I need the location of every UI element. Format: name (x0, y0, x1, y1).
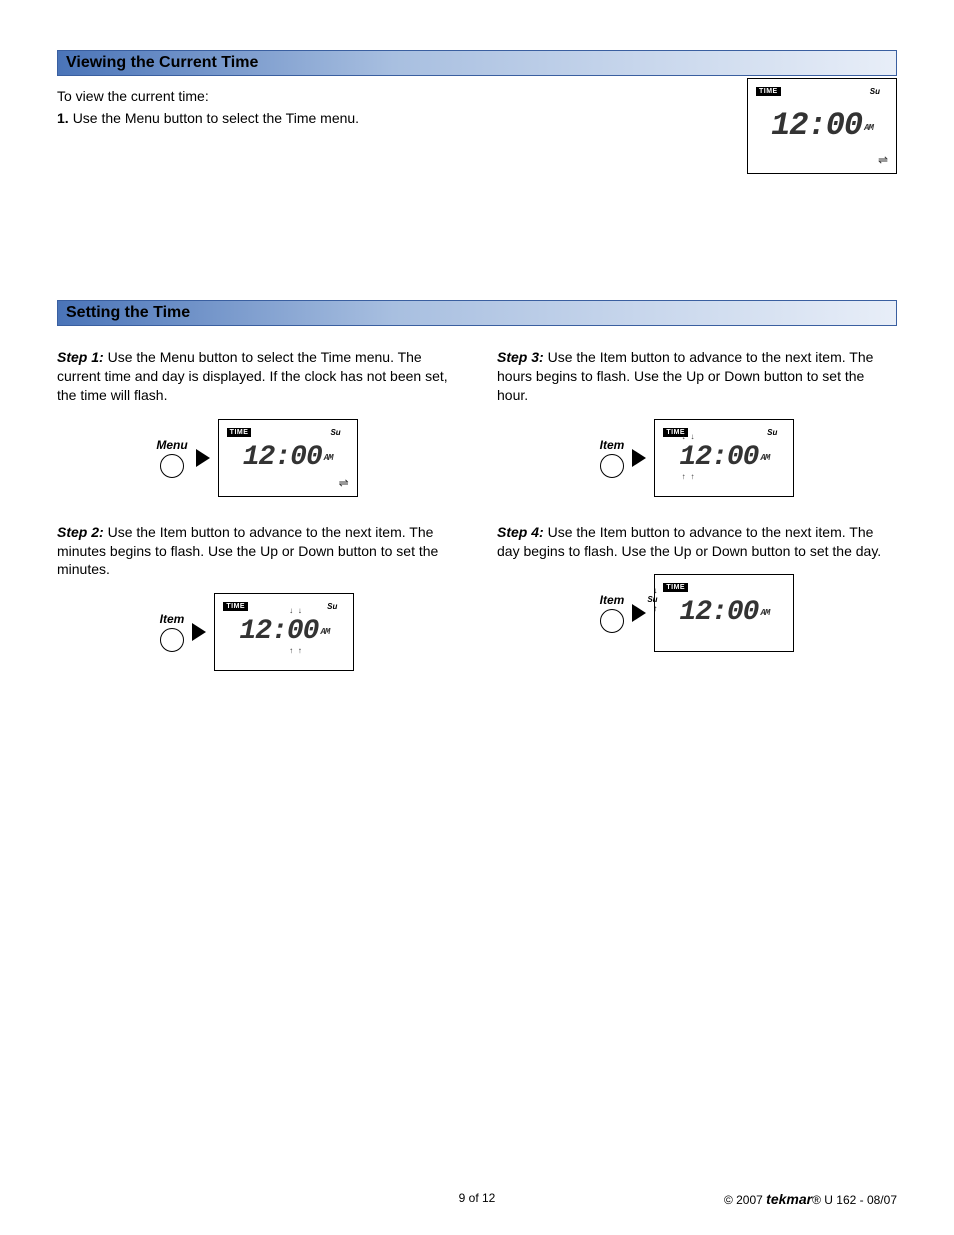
time-badge: TIME (663, 583, 688, 592)
step-3: Step 3: Use the Item button to advance t… (497, 348, 897, 405)
item-button-label: Item (600, 438, 625, 452)
step-4: Step 4: Use the Item button to advance t… (497, 523, 897, 561)
arrow-icon (192, 623, 206, 641)
lcd-digits: 12:00AM (655, 597, 793, 628)
brand-logo: tekmar (766, 1191, 812, 1207)
lcd-day: Su (330, 428, 340, 437)
lcd-day: Su (767, 428, 777, 437)
section-heading-setting: Setting the Time (57, 300, 897, 326)
time-badge: TIME (223, 602, 248, 611)
page-footer: 9 of 12 © 2007 tekmar® U 162 - 08/07 (57, 1191, 897, 1205)
step-2: Step 2: Use the Item button to advance t… (57, 523, 457, 580)
lcd-display: TIME Su 12:00AM (654, 419, 794, 497)
hours-flash: 12 (679, 442, 711, 473)
menu-button-icon (160, 454, 184, 478)
menu-button-label: Menu (156, 438, 187, 452)
figure-step-2: Item TIME Su 12:00AM (57, 593, 457, 671)
item-button-label: Item (160, 612, 185, 626)
minutes-flash: 00 (287, 616, 319, 647)
figure-step-4: Item TIME Su 12:00AM (497, 574, 897, 652)
arrow-icon (632, 604, 646, 622)
item-button-label: Item (600, 593, 625, 607)
arrow-icon (196, 449, 210, 467)
lcd-digits: 12:00AM (219, 442, 357, 473)
arrow-icon (632, 449, 646, 467)
lcd-display: TIME Su 12:00AM (654, 574, 794, 652)
item-button-icon (600, 454, 624, 478)
figure-step-3: Item TIME Su 12:00AM (497, 419, 897, 497)
item-button-icon (600, 609, 624, 633)
lcd-digits: 12:00AM (655, 442, 793, 473)
item-number: 1. (57, 110, 69, 126)
time-badge: TIME (227, 428, 252, 437)
item-text: Use the Menu button to select the Time m… (73, 110, 359, 126)
lcd-arrow-icon: ⇌ (339, 476, 349, 490)
lcd-day: Su (870, 87, 880, 96)
lcd-digits: 12:00AM (215, 616, 353, 647)
figure-step-1: Menu TIME Su 12:00AM ⇌ (57, 419, 457, 497)
lcd-arrow-icon: ⇌ (878, 153, 888, 167)
lcd-display: TIME Su 12:00AM ⇌ (218, 419, 358, 497)
lcd-digits: 12:00AM (748, 107, 896, 144)
lcd-display: TIME Su 12:00AM ⇌ (747, 78, 897, 174)
step-1: Step 1: Use the Menu button to select th… (57, 348, 457, 405)
lcd-display: TIME Su 12:00AM (214, 593, 354, 671)
time-badge: TIME (756, 87, 781, 96)
lcd-day: Su (327, 602, 337, 611)
section-heading-viewing: Viewing the Current Time (57, 50, 897, 76)
copyright: © 2007 tekmar® U 162 - 08/07 (724, 1191, 897, 1207)
item-button-icon (160, 628, 184, 652)
